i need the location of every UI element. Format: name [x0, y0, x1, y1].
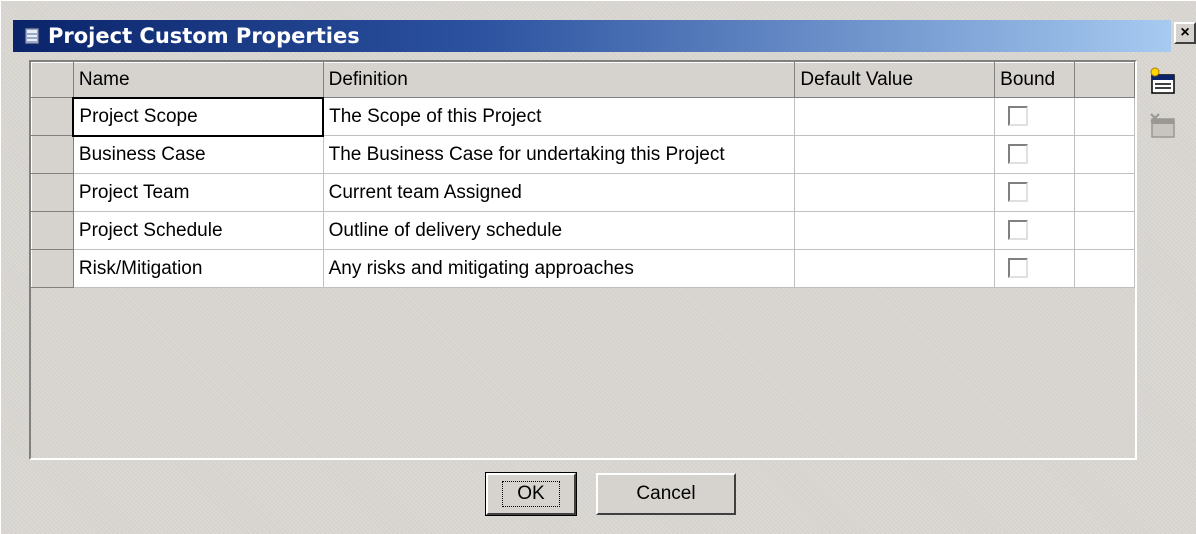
table-header-row: Name Definition Default Value Bound: [31, 62, 1135, 98]
definition-cell[interactable]: Current team Assigned: [323, 173, 796, 212]
app-icon: [21, 25, 43, 47]
extra-cell: [1074, 249, 1135, 288]
extra-cell: [1074, 211, 1135, 250]
name-cell[interactable]: Project Schedule: [73, 211, 324, 250]
row-header-corner: [31, 62, 74, 98]
bound-checkbox[interactable]: [1008, 220, 1029, 241]
side-toolbar: [1145, 65, 1185, 153]
row-header[interactable]: [31, 97, 74, 136]
default-value-cell[interactable]: [794, 97, 996, 136]
extra-cell: [1074, 173, 1135, 212]
dialog-window: Project Custom Properties × Name Definit…: [0, 0, 1196, 534]
bound-checkbox[interactable]: [1008, 182, 1029, 203]
bound-checkbox[interactable]: [1008, 106, 1029, 127]
ok-button-label: OK: [502, 481, 560, 507]
title-bar[interactable]: Project Custom Properties: [13, 20, 1171, 52]
definition-cell[interactable]: Any risks and mitigating approaches: [323, 249, 796, 288]
ok-button[interactable]: OK: [485, 472, 577, 516]
table-row[interactable]: Project Scope The Scope of this Project: [31, 96, 1135, 137]
column-header-default-value[interactable]: Default Value: [794, 62, 996, 98]
column-header-definition[interactable]: Definition: [322, 62, 796, 98]
definition-cell[interactable]: Outline of delivery schedule: [323, 211, 796, 250]
default-value-cell[interactable]: [794, 173, 996, 212]
definition-cell[interactable]: The Scope of this Project: [323, 97, 796, 136]
default-value-cell[interactable]: [794, 211, 996, 250]
cancel-button[interactable]: Cancel: [596, 473, 736, 515]
bound-cell: [994, 211, 1076, 250]
dialog-buttons: OK Cancel: [485, 472, 736, 516]
column-header-extra[interactable]: [1074, 62, 1135, 98]
bound-checkbox[interactable]: [1008, 258, 1029, 279]
default-value-cell[interactable]: [794, 135, 996, 174]
column-header-bound[interactable]: Bound: [994, 62, 1076, 98]
properties-table-panel: Name Definition Default Value Bound Proj…: [29, 60, 1137, 460]
window-title: Project Custom Properties: [48, 24, 360, 48]
table-row[interactable]: Risk/Mitigation Any risks and mitigating…: [31, 249, 1135, 288]
bound-checkbox[interactable]: [1008, 144, 1029, 165]
delete-property-icon[interactable]: [1145, 109, 1181, 143]
properties-table: Name Definition Default Value Bound Proj…: [31, 62, 1135, 288]
bound-cell: [994, 249, 1076, 288]
name-cell[interactable]: Business Case: [73, 135, 324, 174]
default-value-cell[interactable]: [794, 249, 996, 288]
close-button[interactable]: ×: [1174, 22, 1196, 44]
table-row[interactable]: Business Case The Business Case for unde…: [31, 135, 1135, 174]
name-cell[interactable]: Project Team: [73, 173, 324, 212]
definition-cell[interactable]: The Business Case for undertaking this P…: [323, 135, 796, 174]
name-cell[interactable]: Risk/Mitigation: [73, 249, 324, 288]
table-row[interactable]: Project Schedule Outline of delivery sch…: [31, 211, 1135, 250]
column-header-name[interactable]: Name: [72, 62, 324, 98]
bound-cell: [994, 135, 1076, 174]
bound-cell: [994, 173, 1076, 212]
close-icon: ×: [1180, 24, 1190, 41]
row-header[interactable]: [31, 249, 74, 288]
bound-cell: [994, 97, 1076, 136]
row-header[interactable]: [31, 135, 74, 174]
extra-cell: [1074, 97, 1135, 136]
row-header[interactable]: [31, 211, 74, 250]
name-cell[interactable]: Project Scope: [72, 96, 325, 137]
extra-cell: [1074, 135, 1135, 174]
row-header[interactable]: [31, 173, 74, 212]
table-row[interactable]: Project Team Current team Assigned: [31, 173, 1135, 212]
add-property-icon[interactable]: [1145, 65, 1181, 99]
